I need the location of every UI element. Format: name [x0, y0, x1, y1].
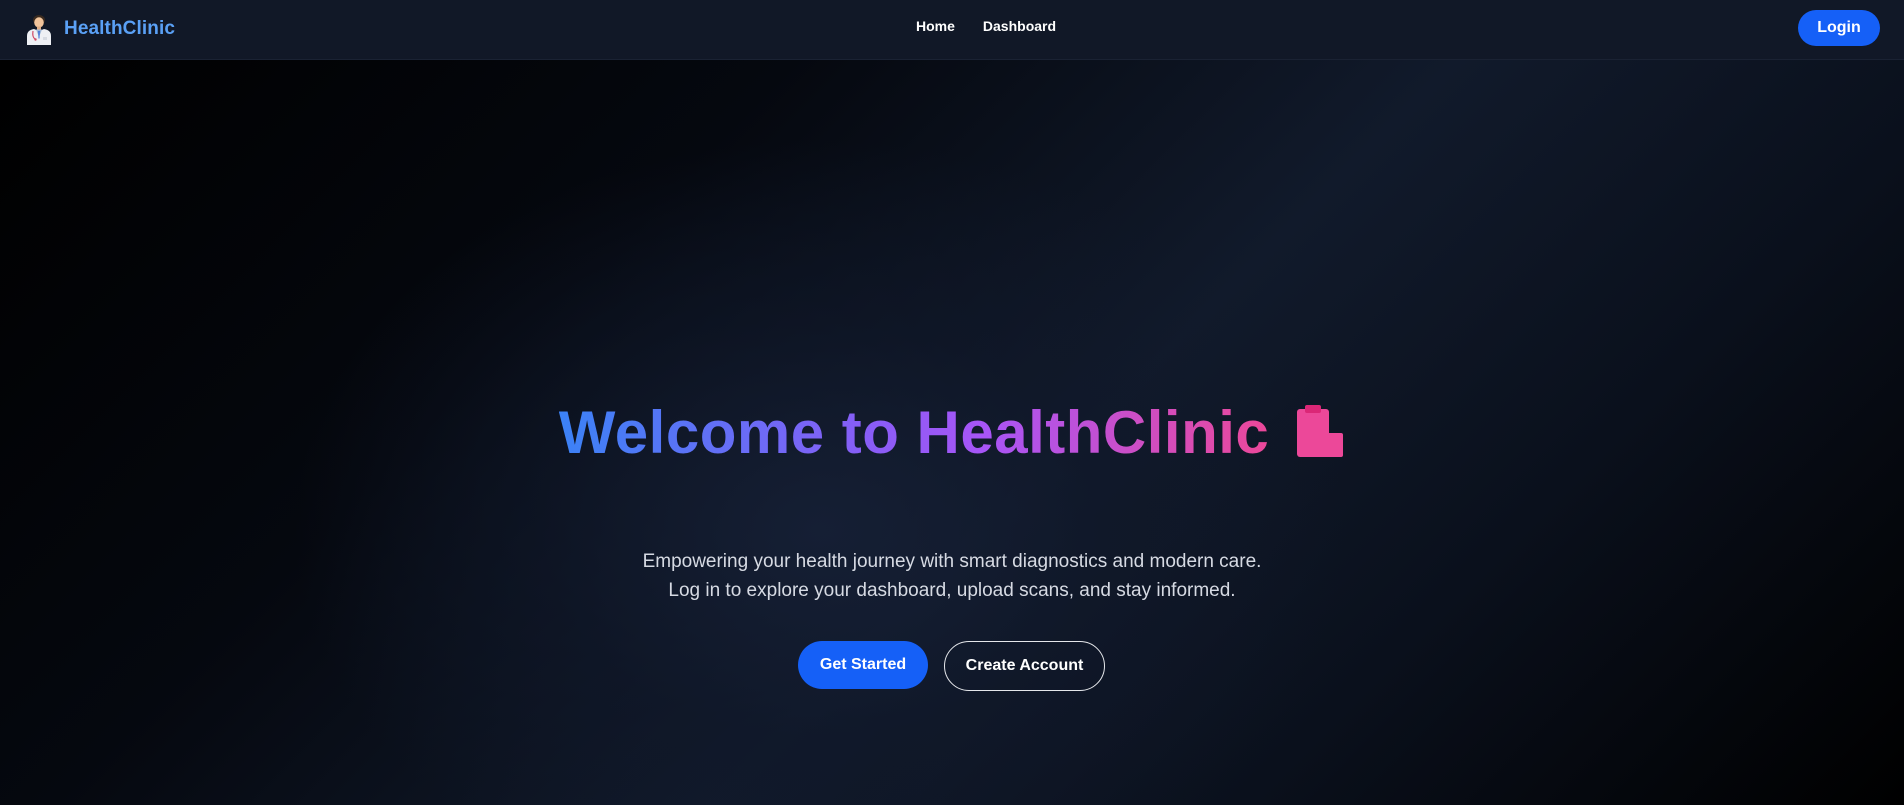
nav-dashboard-link[interactable]: Dashboard — [983, 18, 1056, 34]
cta-row: Get Started Create Account — [798, 641, 1105, 691]
hero-title-text: Welcome to HealthClinic — [558, 399, 1270, 466]
login-button[interactable]: Login — [1798, 10, 1880, 46]
hero-subtitle-line-2: Log in to explore your dashboard, upload… — [668, 580, 1236, 601]
clipboard-icon — [1297, 405, 1344, 457]
brand-name: HealthClinic — [64, 18, 175, 39]
main-nav: Home Dashboard — [916, 18, 1056, 34]
hero-title: Welcome to HealthClinic — [0, 398, 1904, 468]
hero-subtitle: Empowering your health journey with smar… — [0, 547, 1904, 605]
get-started-button[interactable]: Get Started — [798, 641, 928, 689]
nav-home-link[interactable]: Home — [916, 18, 955, 34]
hero-subtitle-line-1: Empowering your health journey with smar… — [642, 551, 1262, 572]
doctor-icon — [27, 15, 51, 45]
brand[interactable]: HealthClinic — [24, 12, 175, 46]
top-navbar: HealthClinic Home Dashboard Login — [0, 0, 1904, 60]
hero-section: Welcome to HealthClinic Empowering your … — [0, 60, 1904, 805]
create-account-button[interactable]: Create Account — [944, 641, 1105, 691]
